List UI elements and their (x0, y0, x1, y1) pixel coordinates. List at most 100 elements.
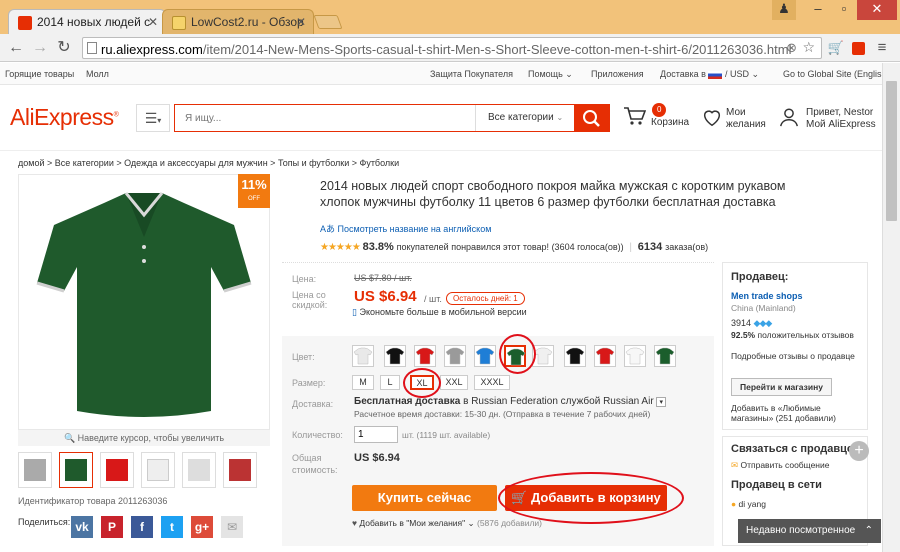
minimize-button[interactable]: – (805, 0, 831, 20)
categories-menu-button[interactable]: ☰▾ (136, 104, 170, 132)
vk-share-icon[interactable]: vk (71, 516, 93, 538)
reload-icon[interactable]: ↻ (54, 38, 74, 58)
tab-lowcost[interactable]: LowCost2.ru - Обзор ✕ (162, 9, 314, 34)
color-swatch[interactable] (594, 345, 616, 367)
bookmark-star-icon[interactable]: ☆ (802, 39, 815, 56)
close-window-button[interactable]: ✕ (857, 0, 897, 20)
mobile-note-text: Экономьте больше в мобильной версии (359, 307, 527, 317)
seller-details-link[interactable]: Подробные отзывы о продавце (731, 351, 863, 361)
thumbnail-detail-1[interactable] (182, 452, 216, 488)
shipping-dropdown-icon[interactable]: ▾ (656, 397, 666, 407)
address-bar[interactable]: ru.aliexpress.com/item/2014-New-Mens-Spo… (82, 37, 822, 59)
color-swatch[interactable] (564, 345, 586, 367)
mobile-note[interactable]: ▯ Экономьте больше в мобильной версии (352, 307, 527, 318)
wishlist-link[interactable]: Мои желания (701, 106, 766, 132)
thumbnail-gray[interactable] (18, 452, 52, 488)
nav-hot-deals[interactable]: Горящие товары (5, 69, 74, 79)
product-main-image[interactable] (18, 174, 270, 430)
quantity-input[interactable] (354, 426, 398, 443)
thumbnail-white[interactable] (141, 452, 175, 488)
account-link[interactable]: Привет, Nestor Мой AliExpress (778, 106, 876, 132)
send-message-link[interactable]: ✉ Отправить сообщение (731, 460, 829, 471)
extension-cart-icon[interactable]: 🛒 (826, 38, 846, 58)
envelope-icon: ✉ (731, 460, 739, 470)
google-plus-share-icon[interactable]: g+ (191, 516, 213, 538)
scrollbar-thumb[interactable] (886, 81, 897, 221)
seller-positive: 92.5% положительных отзывов (731, 330, 861, 340)
close-tab-icon[interactable]: ✕ (148, 15, 158, 29)
shipping-info: Бесплатная доставка в Russian Federation… (354, 396, 666, 407)
thumbnail-detail-2[interactable] (223, 452, 257, 488)
nav-apps[interactable]: Приложения (591, 69, 644, 79)
seller-name[interactable]: Men trade shops (731, 291, 803, 301)
color-swatch[interactable] (414, 345, 436, 367)
rating-row: ★★★★★ 83.8% покупателей понравился этот … (320, 241, 709, 253)
menu-icon[interactable]: ≡ (872, 38, 892, 58)
page-icon (87, 42, 97, 54)
twitter-share-icon[interactable]: t (161, 516, 183, 538)
search-button[interactable] (574, 105, 609, 131)
shipping-via[interactable]: Russian Federation службой Russian Air (471, 396, 653, 407)
nav-global-site[interactable]: Go to Global Site (English) (783, 69, 890, 79)
zoom-hint-text: Наведите курсор, чтобы увеличить (77, 433, 225, 443)
recently-viewed-bar[interactable]: Недавно посмотренное ⌃ (738, 519, 881, 543)
wishlist-add-link[interactable]: ♥ Добавить в "Мои желания" ⌄ (5876 добав… (352, 518, 542, 529)
color-swatch[interactable] (654, 345, 676, 367)
orders-label: заказа(ов) (665, 242, 709, 252)
color-swatch[interactable] (444, 345, 466, 367)
seller-heading: Продавец: (731, 271, 789, 283)
color-swatch[interactable] (624, 345, 646, 367)
online-user[interactable]: ● di yang (731, 499, 766, 509)
color-swatch[interactable] (384, 345, 406, 367)
tab-title: LowCost2.ru - Обзор (191, 15, 304, 29)
annotation-circle-color (499, 334, 536, 374)
nav-buyer-protection[interactable]: Защита Покупателя (430, 69, 513, 79)
days-left-badge: Осталось дней: 1 (446, 292, 525, 305)
clear-icon[interactable]: ⊗ (786, 40, 797, 56)
thumbnail-green[interactable] (59, 452, 93, 488)
translate-link[interactable]: Aあ Посмотреть название на английском (320, 222, 491, 235)
color-swatch[interactable] (474, 345, 496, 367)
scrollbar[interactable] (882, 63, 900, 552)
tab-aliexpress[interactable]: 2014 новых людей с ✕ (8, 9, 166, 34)
cart-link[interactable]: 0 Корзина (622, 103, 689, 132)
size-option-m[interactable]: M (352, 375, 374, 390)
visit-store-button[interactable]: Перейти к магазину (731, 378, 832, 396)
facebook-share-icon[interactable]: f (131, 516, 153, 538)
heart-icon (703, 110, 721, 127)
expand-plus-icon[interactable]: + (849, 441, 869, 461)
search-category-select[interactable]: Все категории ⌄ (475, 105, 574, 131)
thumbnail-red[interactable] (100, 452, 134, 488)
seller-positive-label: положительных отзывов (757, 330, 854, 340)
breadcrumb[interactable]: домой > Все категории > Одежда и аксессу… (18, 158, 399, 168)
size-option-xxxl[interactable]: XXXL (474, 375, 510, 390)
lowcost-favicon-icon (172, 16, 186, 30)
nav-shipping[interactable]: Доставка в / USD ⌄ (660, 69, 759, 80)
color-swatch[interactable] (352, 345, 374, 367)
extension-aliexpress-icon[interactable] (848, 38, 868, 58)
size-option-xxl[interactable]: XXL (440, 375, 468, 390)
seller-positive-pct: 92.5% (731, 330, 756, 340)
new-tab-button[interactable] (313, 15, 343, 29)
recently-viewed-label: Недавно посмотренное (746, 525, 856, 536)
maximize-button[interactable]: ▫ (831, 0, 857, 20)
back-icon[interactable]: ← (6, 38, 26, 58)
size-option-l[interactable]: L (380, 375, 400, 390)
nav-mall[interactable]: Молл (86, 69, 109, 79)
email-share-icon[interactable]: ✉ (221, 516, 243, 538)
seller-score: 3914 (731, 318, 752, 328)
logo-text: AliExpress (10, 104, 114, 130)
aliexpress-favicon-icon (18, 16, 32, 30)
forward-icon[interactable]: → (30, 38, 50, 58)
close-tab-icon[interactable]: ✕ (296, 15, 306, 29)
nav-help[interactable]: Помощь ⌄ (528, 69, 573, 80)
shipping-label: Доставка: (292, 399, 334, 409)
total-price: US $6.94 (354, 452, 400, 464)
buy-now-button[interactable]: Купить сейчас (352, 485, 497, 511)
favorite-store-link[interactable]: Добавить в «Любимые магазины» (251 добав… (731, 403, 861, 423)
user-icon[interactable]: ♟ (772, 0, 796, 20)
pinterest-share-icon[interactable]: P (101, 516, 123, 538)
aliexpress-logo[interactable]: AliExpress® (10, 104, 119, 131)
discount-value: 11% (241, 177, 267, 192)
search-input[interactable] (175, 105, 475, 131)
